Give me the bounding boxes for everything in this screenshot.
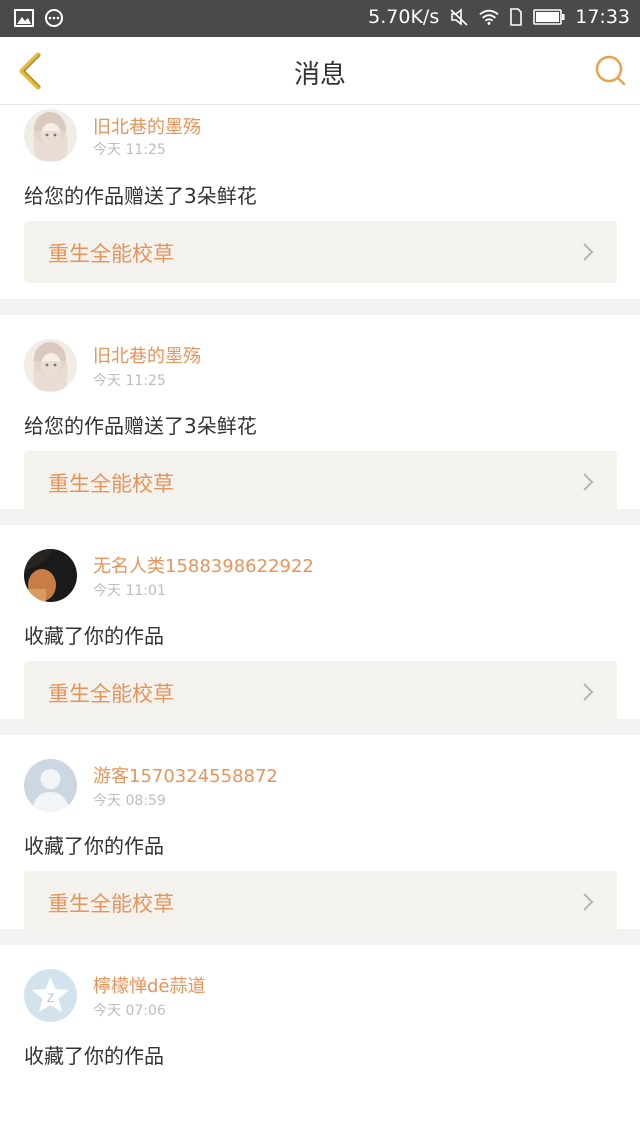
action-text: 收藏了你的作品	[24, 1044, 164, 1068]
clock: 17:33	[575, 6, 630, 28]
work-title: 重生全能校草	[48, 242, 174, 266]
work-title: 重生全能校草	[48, 472, 174, 496]
sim-icon	[510, 8, 523, 26]
default-person-avatar[interactable]	[24, 759, 77, 812]
user-name[interactable]: 旧北巷的墨殇	[93, 113, 201, 139]
chevron-right-icon	[583, 243, 594, 261]
nav-bar: 消息	[0, 37, 640, 105]
chevron-right-icon	[583, 893, 594, 911]
anime-girl-avatar[interactable]	[24, 109, 77, 162]
anime-girl-avatar[interactable]	[24, 339, 77, 392]
action-text: 收藏了你的作品	[24, 624, 164, 648]
svg-text:Z: Z	[47, 991, 54, 1005]
user-name[interactable]: 旧北巷的墨殇	[93, 342, 201, 368]
timestamp: 今天 11:01	[93, 583, 166, 599]
action-text: 给您的作品赠送了3朵鲜花	[24, 414, 257, 438]
status-bar: 5.70K/s 17:33	[0, 0, 640, 37]
message-card: Z 檸檬惮dē蒜道 今天 07:06 收藏了你的作品	[0, 945, 640, 1138]
action-text: 给您的作品赠送了3朵鲜花	[24, 184, 257, 208]
wifi-icon	[479, 9, 499, 25]
message-card: 无名人类1588398622922 今天 11:01 收藏了你的作品 重生全能校…	[0, 525, 640, 723]
user-name[interactable]: 檸檬惮dē蒜道	[93, 972, 206, 998]
work-link[interactable]: 重生全能校草	[24, 451, 617, 513]
message-card: 游客1570324558872 今天 08:59 收藏了你的作品 重生全能校草	[0, 735, 640, 933]
timestamp: 今天 11:25	[93, 373, 166, 389]
mute-icon	[450, 8, 468, 26]
message-card: 旧北巷的墨殇 今天 11:25 给您的作品赠送了3朵鲜花 重生全能校草	[0, 105, 640, 299]
work-title: 重生全能校草	[48, 892, 174, 916]
message-card: 旧北巷的墨殇 今天 11:25 给您的作品赠送了3朵鲜花 重生全能校草	[0, 315, 640, 513]
timestamp: 今天 07:06	[93, 1003, 166, 1019]
work-title: 重生全能校草	[48, 682, 174, 706]
timestamp: 今天 08:59	[93, 793, 166, 809]
qzone-star-avatar[interactable]: Z	[24, 969, 77, 1022]
search-icon[interactable]	[594, 54, 626, 88]
message-list: 旧北巷的墨殇 今天 11:25 给您的作品赠送了3朵鲜花 重生全能校草 旧北巷的…	[0, 105, 640, 1138]
image-icon	[14, 9, 34, 27]
battery-icon	[533, 9, 565, 25]
action-text: 收藏了你的作品	[24, 834, 164, 858]
work-link[interactable]: 重生全能校草	[24, 871, 617, 933]
photo-avatar[interactable]	[24, 549, 77, 602]
chevron-right-icon	[583, 473, 594, 491]
user-name[interactable]: 无名人类1588398622922	[93, 552, 314, 578]
work-link[interactable]: 重生全能校草	[24, 221, 617, 283]
network-speed: 5.70K/s	[368, 6, 440, 28]
timestamp: 今天 11:25	[93, 142, 166, 158]
chevron-right-icon	[583, 683, 594, 701]
user-name[interactable]: 游客1570324558872	[93, 762, 278, 788]
work-link[interactable]: 重生全能校草	[24, 661, 617, 723]
page-title: 消息	[293, 60, 346, 90]
chat-icon	[45, 9, 63, 27]
